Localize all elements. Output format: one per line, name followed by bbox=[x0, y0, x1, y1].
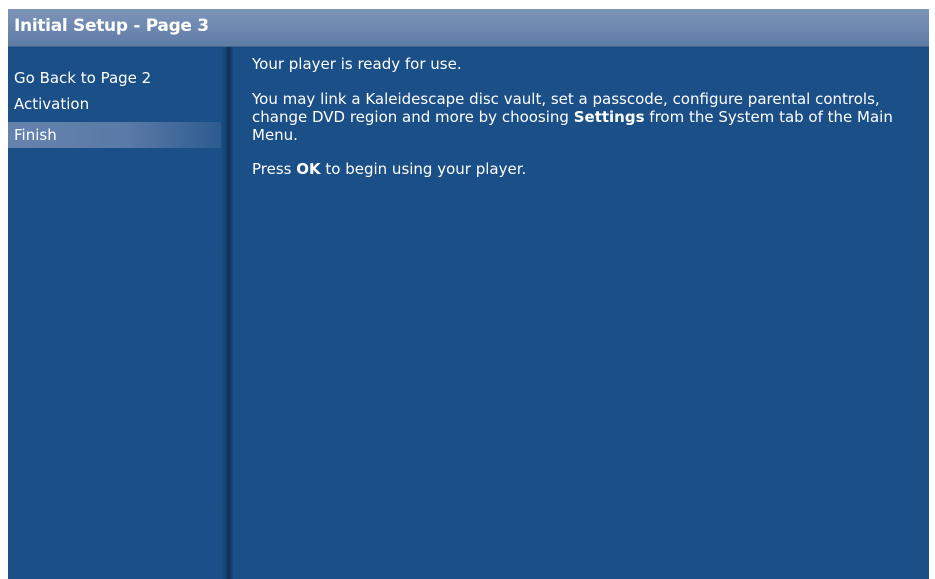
sidebar-item-finish[interactable]: Finish bbox=[8, 122, 226, 148]
press-text-before: Press bbox=[252, 160, 297, 178]
sidebar-item-activation[interactable]: Activation bbox=[8, 91, 226, 117]
press-text-after: to begin using your player. bbox=[320, 160, 527, 178]
page-title: Initial Setup - Page 3 bbox=[14, 16, 209, 36]
setup-screen: Initial Setup - Page 3 Go Back to Page 2… bbox=[8, 9, 929, 579]
sidebar-menu: Go Back to Page 2 Activation Finish bbox=[8, 47, 226, 579]
press-ok-message: Press OK to begin using your player. bbox=[252, 160, 912, 178]
settings-keyword: Settings bbox=[573, 108, 645, 126]
settings-message: You may link a Kaleidescape disc vault, … bbox=[252, 90, 912, 144]
main-content: Your player is ready for use. You may li… bbox=[252, 55, 912, 194]
ok-keyword: OK bbox=[296, 160, 321, 178]
sidebar-item-go-back[interactable]: Go Back to Page 2 bbox=[8, 65, 226, 91]
title-bar: Initial Setup - Page 3 bbox=[8, 9, 929, 47]
panel-divider bbox=[221, 47, 233, 579]
ready-message: Your player is ready for use. bbox=[252, 55, 462, 73]
